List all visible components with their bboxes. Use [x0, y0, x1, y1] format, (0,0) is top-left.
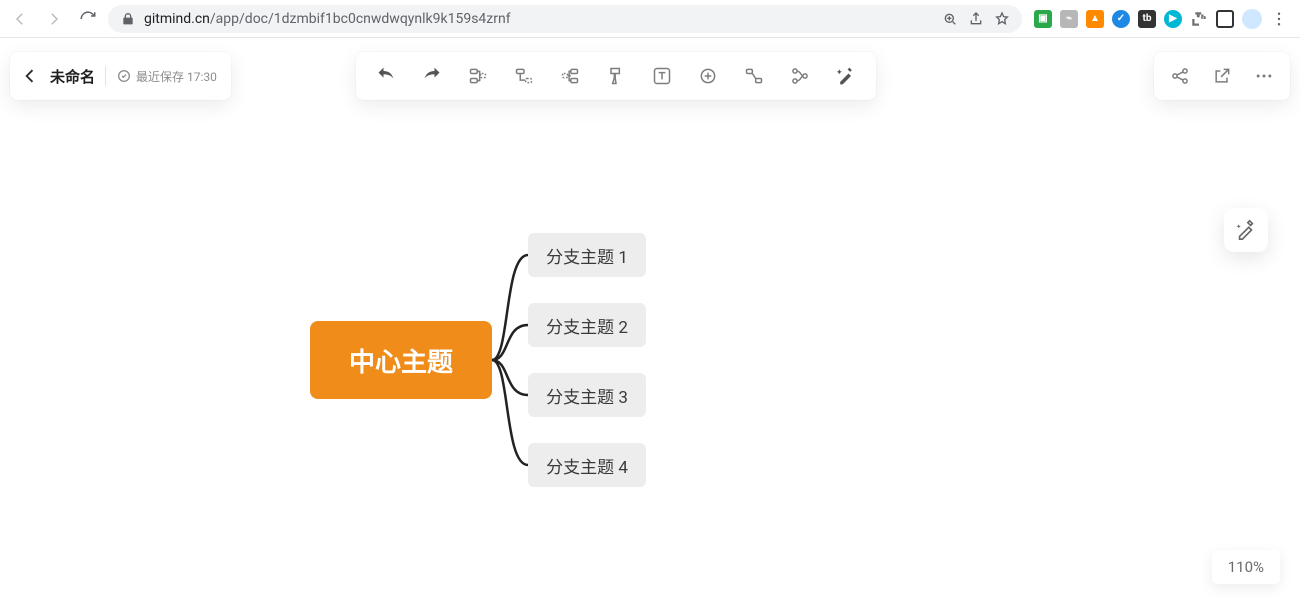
extension-icon[interactable]: ▲	[1086, 10, 1104, 28]
format-painter-button[interactable]	[604, 64, 628, 88]
share-toolbar	[1154, 52, 1290, 100]
address-bar[interactable]: gitmind.cn/app/doc/1dzmbif1bc0cnwdwqynlk…	[108, 5, 1022, 33]
central-topic-node[interactable]: 中心主题	[310, 321, 492, 399]
share-url-icon[interactable]	[968, 11, 984, 27]
text-tool-button[interactable]	[650, 64, 674, 88]
extension-icon[interactable]: tb	[1138, 10, 1156, 28]
add-node-button[interactable]	[696, 64, 720, 88]
divider	[105, 66, 106, 86]
lock-icon	[120, 11, 136, 27]
zoom-indicator-icon[interactable]	[942, 11, 958, 27]
url-text: gitmind.cn/app/doc/1dzmbif1bc0cnwdwqynlk…	[144, 11, 511, 27]
profile-avatar[interactable]	[1242, 9, 1262, 29]
extension-icon[interactable]: ▶	[1164, 10, 1182, 28]
nav-forward-button[interactable]	[40, 5, 68, 33]
more-menu-button[interactable]	[1252, 64, 1276, 88]
editing-toolbar	[356, 52, 876, 100]
connector-lines	[492, 233, 528, 487]
branch-topic-node[interactable]: 分支主题 4	[528, 443, 646, 487]
zoom-level[interactable]: 110%	[1212, 550, 1280, 584]
doc-info-toolbar: 未命名 最近保存 17:30	[10, 52, 231, 100]
nav-reload-button[interactable]	[74, 5, 102, 33]
extension-icon[interactable]: ▣	[1034, 10, 1052, 28]
browser-menu-icon[interactable]	[1270, 10, 1288, 28]
open-external-button[interactable]	[1210, 64, 1234, 88]
redo-button[interactable]	[420, 64, 444, 88]
doc-title[interactable]: 未命名	[50, 66, 95, 87]
branch-topic-node[interactable]: 分支主题 3	[528, 373, 646, 417]
insert-sibling-button[interactable]	[466, 64, 490, 88]
extension-icon[interactable]: ⌁	[1060, 10, 1078, 28]
save-status: 最近保存 17:30	[116, 68, 217, 85]
extension-icon[interactable]: ✓	[1112, 10, 1130, 28]
browser-toolbar: gitmind.cn/app/doc/1dzmbif1bc0cnwdwqynlk…	[0, 0, 1300, 38]
extensions-tray: ▣ ⌁ ▲ ✓ tb ▶	[1028, 9, 1294, 29]
insert-parent-button[interactable]	[558, 64, 582, 88]
insert-child-button[interactable]	[512, 64, 536, 88]
bookmark-star-icon[interactable]	[994, 11, 1010, 27]
summary-button[interactable]	[788, 64, 812, 88]
ai-assistant-fab[interactable]	[1224, 208, 1268, 252]
mindmap: 中心主题 分支主题 1 分支主题 2 分支主题 3 分支主题 4	[310, 233, 690, 533]
back-button[interactable]	[20, 66, 40, 86]
nav-back-button[interactable]	[6, 5, 34, 33]
share-button[interactable]	[1168, 64, 1192, 88]
panel-toggle-icon[interactable]	[1216, 10, 1234, 28]
undo-button[interactable]	[374, 64, 398, 88]
ai-magic-button[interactable]	[834, 64, 858, 88]
branch-topic-node[interactable]: 分支主题 2	[528, 303, 646, 347]
extensions-menu-icon[interactable]	[1190, 10, 1208, 28]
branch-topic-node[interactable]: 分支主题 1	[528, 233, 646, 277]
relation-line-button[interactable]	[742, 64, 766, 88]
canvas[interactable]: 未命名 最近保存 17:30	[0, 38, 1300, 600]
